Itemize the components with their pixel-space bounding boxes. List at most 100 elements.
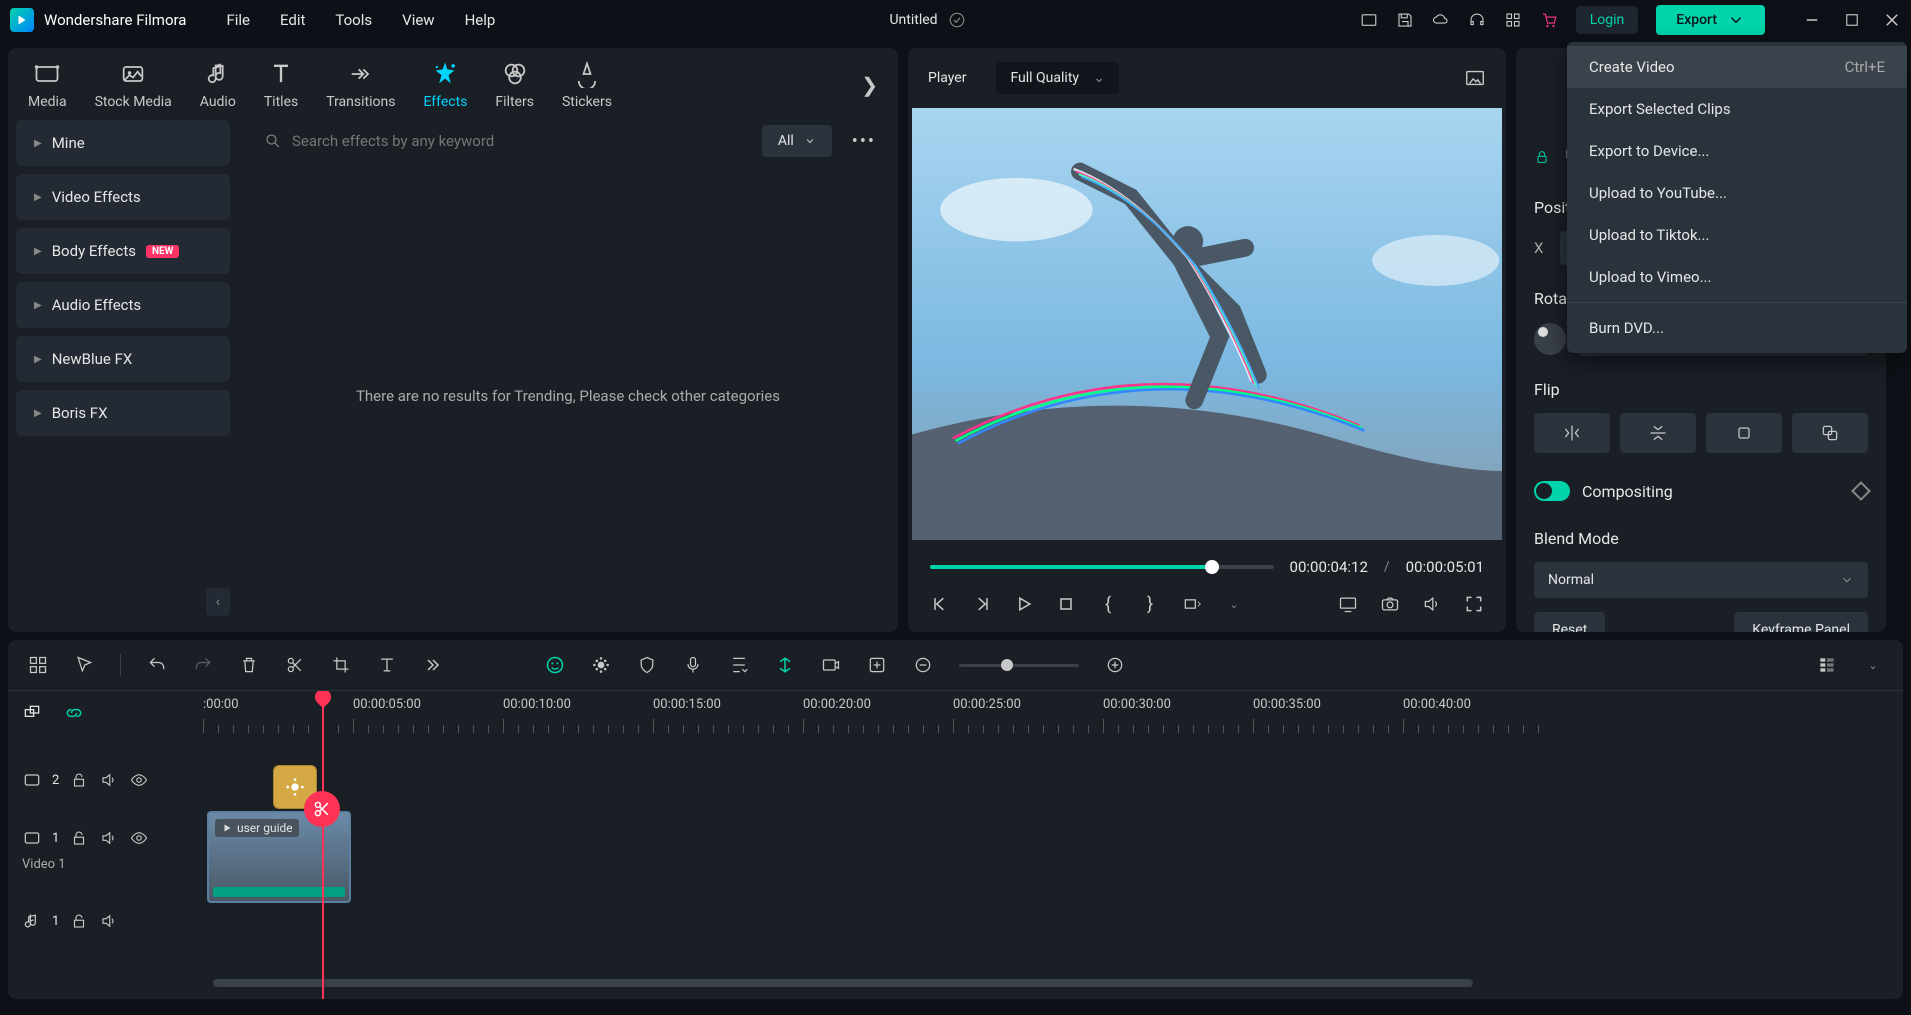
zoom-out-button[interactable] xyxy=(913,655,933,675)
sidebar-item-body-effects[interactable]: ▶Body EffectsNEW xyxy=(16,228,230,274)
next-frame-button[interactable] xyxy=(972,594,992,614)
tab-stock-media[interactable]: Stock Media xyxy=(95,60,172,110)
export-menu-item[interactable]: Upload to Vimeo... xyxy=(1567,256,1907,298)
compositing-toggle[interactable] xyxy=(1534,481,1570,501)
keyframe-panel-button[interactable]: Keyframe Panel xyxy=(1734,612,1868,632)
manage-tracks-button[interactable] xyxy=(28,655,48,675)
tab-stickers[interactable]: Stickers xyxy=(562,60,612,110)
compositing-keyframe-button[interactable] xyxy=(1851,481,1871,501)
camera-button[interactable] xyxy=(1380,594,1400,614)
menu-edit[interactable]: Edit xyxy=(280,11,305,29)
login-button[interactable]: Login xyxy=(1576,6,1639,34)
sidebar-item-newblue-fx[interactable]: ▶NewBlue FX xyxy=(16,336,230,382)
marker-button[interactable] xyxy=(775,655,795,675)
stop-button[interactable] xyxy=(1056,594,1076,614)
tab-filters[interactable]: Filters xyxy=(495,60,534,110)
mark-out-button[interactable]: } xyxy=(1140,594,1160,614)
menu-help[interactable]: Help xyxy=(465,11,496,29)
rotate-knob[interactable] xyxy=(1534,323,1566,355)
fullscreen-button[interactable] xyxy=(1464,594,1484,614)
tabs-scroll-right[interactable]: ❯ xyxy=(861,73,878,97)
fx-mute-button[interactable] xyxy=(99,770,119,790)
playhead[interactable] xyxy=(322,691,324,999)
flip-vertical-button[interactable] xyxy=(1620,413,1696,453)
tab-transitions[interactable]: Transitions xyxy=(326,60,395,110)
view-options-button[interactable] xyxy=(1817,655,1837,675)
prev-frame-button[interactable] xyxy=(930,594,950,614)
player-preview[interactable] xyxy=(912,108,1502,540)
filter-dropdown[interactable]: All xyxy=(762,125,832,157)
minimize-button[interactable] xyxy=(1803,11,1821,29)
ratio-button[interactable] xyxy=(1182,594,1202,614)
delete-button[interactable] xyxy=(239,655,259,675)
export-menu-item[interactable]: Upload to YouTube... xyxy=(1567,172,1907,214)
layout-icon[interactable] xyxy=(1360,11,1378,29)
cloud-icon[interactable] xyxy=(1432,11,1450,29)
undo-button[interactable] xyxy=(147,655,167,675)
more-options-button[interactable]: ••• xyxy=(844,127,884,156)
audio-track-lane[interactable] xyxy=(203,919,1903,977)
timeline-scrollbar[interactable] xyxy=(213,977,1893,989)
audio-mixer-button[interactable] xyxy=(729,655,749,675)
export-menu-item[interactable]: Upload to Tiktok... xyxy=(1567,214,1907,256)
scrollbar-thumb[interactable] xyxy=(213,979,1473,987)
export-menu-item[interactable]: Export Selected Clips xyxy=(1567,88,1907,130)
split-button[interactable] xyxy=(285,655,305,675)
sidebar-collapse-button[interactable]: ‹ xyxy=(206,588,230,616)
sidebar-item-mine[interactable]: ▶Mine xyxy=(16,120,230,166)
flip-horizontal-button[interactable] xyxy=(1534,413,1610,453)
menu-tools[interactable]: Tools xyxy=(335,11,372,29)
time-ruler[interactable]: :00:0000:00:05:0000:00:10:0000:00:15:000… xyxy=(203,691,1903,733)
export-menu-item[interactable]: Burn DVD... xyxy=(1567,307,1907,349)
progress-thumb[interactable] xyxy=(1205,560,1219,574)
cloud-sync-icon[interactable] xyxy=(948,11,966,29)
export-button[interactable]: Export xyxy=(1656,5,1765,35)
audio-mute-button[interactable] xyxy=(99,911,119,931)
volume-button[interactable] xyxy=(1422,594,1442,614)
tab-media[interactable]: Media xyxy=(28,60,67,110)
tab-audio[interactable]: Audio xyxy=(200,60,236,110)
ai-face-button[interactable] xyxy=(545,655,565,675)
play-button[interactable] xyxy=(1014,594,1034,614)
export-menu-item[interactable]: Export to Device... xyxy=(1567,130,1907,172)
audio-lock-button[interactable] xyxy=(69,911,89,931)
zoom-slider[interactable] xyxy=(959,664,1079,667)
video-track-lane[interactable]: user guide xyxy=(203,819,1903,919)
sidebar-item-boris-fx[interactable]: ▶Boris FX xyxy=(16,390,230,436)
progress-bar[interactable] xyxy=(930,565,1274,569)
snapshot-button[interactable] xyxy=(1464,67,1486,89)
crop-button[interactable] xyxy=(331,655,351,675)
cart-icon[interactable] xyxy=(1540,11,1558,29)
headphones-icon[interactable] xyxy=(1468,11,1486,29)
lock-icon[interactable] xyxy=(1534,149,1550,165)
tab-effects[interactable]: Effects xyxy=(423,60,467,110)
video-lock-button[interactable] xyxy=(69,828,89,848)
record-area-button[interactable] xyxy=(821,655,841,675)
color-button[interactable] xyxy=(591,655,611,675)
display-button[interactable] xyxy=(1338,594,1358,614)
export-menu-item[interactable]: Create VideoCtrl+E xyxy=(1567,46,1907,88)
mark-in-button[interactable]: { xyxy=(1098,594,1118,614)
sidebar-item-audio-effects[interactable]: ▶Audio Effects xyxy=(16,282,230,328)
ratio-chevron-icon[interactable]: ⌄ xyxy=(1224,594,1244,614)
view-chevron-icon[interactable]: ⌄ xyxy=(1863,655,1883,675)
flip-copy1-button[interactable] xyxy=(1706,413,1782,453)
menu-file[interactable]: File xyxy=(226,11,250,29)
zoom-in-button[interactable] xyxy=(1105,655,1125,675)
fx-visibility-button[interactable] xyxy=(129,770,149,790)
more-tools-button[interactable] xyxy=(423,655,443,675)
shield-button[interactable] xyxy=(637,655,657,675)
save-icon[interactable] xyxy=(1396,11,1414,29)
add-marker-button[interactable] xyxy=(867,655,887,675)
redo-button[interactable] xyxy=(193,655,213,675)
playhead-cut-button[interactable] xyxy=(304,791,340,827)
video-visibility-button[interactable] xyxy=(129,828,149,848)
link-toggle-button[interactable] xyxy=(64,703,84,723)
quality-dropdown[interactable]: Full Quality xyxy=(996,62,1119,94)
apps-icon[interactable] xyxy=(1504,11,1522,29)
close-button[interactable] xyxy=(1883,11,1901,29)
track-area[interactable]: :00:0000:00:05:0000:00:10:0000:00:15:000… xyxy=(203,691,1903,999)
fx-track-lane[interactable] xyxy=(203,761,1903,819)
tab-titles[interactable]: Titles xyxy=(264,60,298,110)
reset-button[interactable]: Reset xyxy=(1534,612,1605,632)
